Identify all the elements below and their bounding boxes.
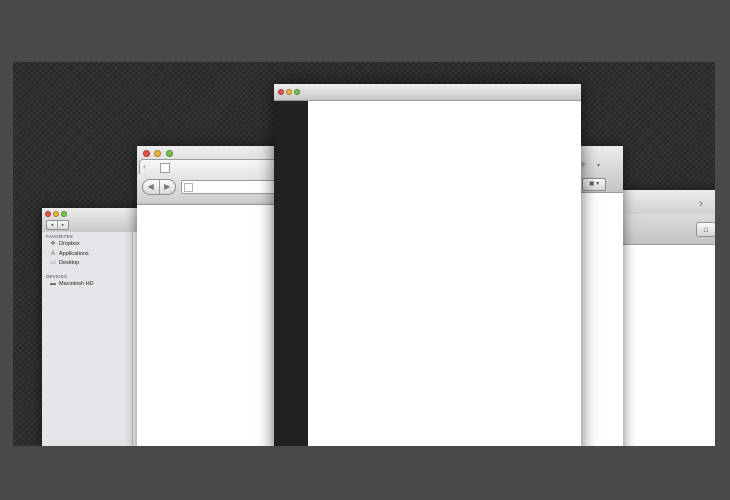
finder-titlebar[interactable]: ◂ ▸ xyxy=(42,208,152,233)
close-button[interactable] xyxy=(45,211,51,217)
desktop-pattern: ◂ ▸ FAVORITES ❖ Dropbox A Applications ▭… xyxy=(13,62,715,446)
sidebar-item-label: Applications xyxy=(59,251,89,257)
sidebar-item-dropbox[interactable]: ❖ Dropbox xyxy=(50,241,80,247)
back-button[interactable]: ◂ xyxy=(47,221,58,229)
forward-button[interactable]: ▸ xyxy=(58,221,68,229)
back-forward-control[interactable]: ◀ ▶ xyxy=(142,179,176,195)
back-button[interactable]: ◀ xyxy=(143,180,160,194)
finder-window: ◂ ▸ FAVORITES ❖ Dropbox A Applications ▭… xyxy=(42,208,152,446)
browser-left-toolbar: ◀ ▶ xyxy=(137,174,293,202)
forward-button[interactable]: ▶ xyxy=(160,180,176,194)
applications-icon: A xyxy=(50,251,55,257)
minimize-button[interactable] xyxy=(53,211,59,217)
desktop-icon: ▭ xyxy=(50,260,56,266)
back-forward-control[interactable]: ◂ ▸ xyxy=(46,220,69,230)
sidebar-item-label: Dropbox xyxy=(59,241,80,247)
tab-nav-icon[interactable]: ‹ xyxy=(143,161,146,171)
tab-menu-icon[interactable]: ▾ xyxy=(597,162,600,169)
main-window xyxy=(274,84,581,446)
main-content-area xyxy=(308,101,581,446)
sidebar-item-applications[interactable]: A Applications xyxy=(50,251,89,257)
hard-drive-icon: ▬ xyxy=(50,281,56,287)
zoom-button[interactable] xyxy=(166,150,173,157)
dropbox-icon: ❖ xyxy=(50,241,56,247)
home-button[interactable]: ⌂ xyxy=(696,222,715,237)
favicon-placeholder xyxy=(160,163,170,173)
close-button[interactable] xyxy=(143,150,150,157)
sidebar-item-macintosh-hd[interactable]: ▬ Macintosh HD xyxy=(50,281,94,287)
close-button[interactable] xyxy=(278,89,284,95)
finder-sidebar: FAVORITES ❖ Dropbox A Applications ▭ Des… xyxy=(42,232,132,446)
minimize-button[interactable] xyxy=(286,89,292,95)
home-icon: ⌂ xyxy=(703,224,709,234)
main-titlebar[interactable] xyxy=(274,84,581,101)
sidebar-item-label: Macintosh HD xyxy=(59,281,94,287)
page-icon xyxy=(184,183,193,192)
browser-window-left: ‹ ◀ ▶ xyxy=(137,146,293,446)
browser-left-titlebar[interactable]: ‹ ◀ ▶ xyxy=(137,146,293,205)
sidebar-heading-favorites: FAVORITES xyxy=(46,234,73,239)
main-dark-sidebar xyxy=(274,101,308,446)
sidebar-item-label: Desktop xyxy=(59,260,80,266)
browser-tab[interactable]: ‹ xyxy=(139,159,291,174)
sidebar-heading-devices: DEVICES xyxy=(46,274,68,279)
zoom-button[interactable] xyxy=(294,89,300,95)
zoom-button[interactable] xyxy=(61,211,67,217)
sidebar-item-desktop[interactable]: ▭ Desktop xyxy=(50,260,79,266)
minimize-button[interactable] xyxy=(154,150,161,157)
chevron-right-icon[interactable]: › xyxy=(699,196,703,210)
toolbar-menu-button[interactable]: ▣ ▾ xyxy=(582,178,606,191)
